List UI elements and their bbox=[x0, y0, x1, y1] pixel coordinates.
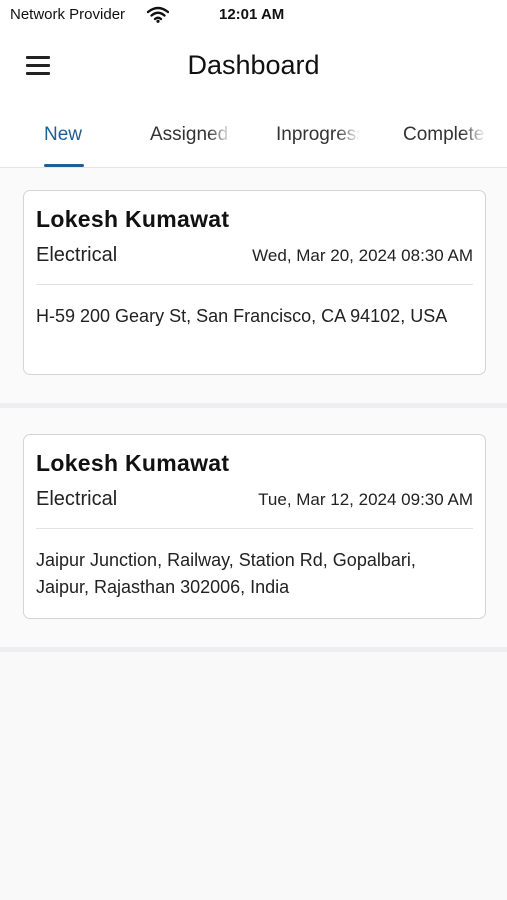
tab-new[interactable]: New bbox=[44, 124, 88, 146]
divider bbox=[36, 528, 473, 529]
screen: Network Provider 12:01 AM Dashboard New … bbox=[0, 0, 507, 900]
tab-completed[interactable]: Completed bbox=[403, 124, 486, 146]
job-datetime: Wed, Mar 20, 2024 08:30 AM bbox=[252, 246, 473, 265]
status-bar: Network Provider 12:01 AM bbox=[0, 0, 507, 30]
list-item: Lokesh Kumawat Electrical Wed, Mar 20, 2… bbox=[0, 168, 507, 408]
tab-inprogress[interactable]: Inprogress bbox=[276, 124, 360, 146]
job-list: Lokesh Kumawat Electrical Wed, Mar 20, 2… bbox=[0, 168, 507, 652]
job-datetime: Tue, Mar 12, 2024 09:30 AM bbox=[258, 490, 473, 509]
status-time: 12:01 AM bbox=[219, 6, 285, 23]
list-item: Lokesh Kumawat Electrical Tue, Mar 12, 2… bbox=[0, 408, 507, 652]
carrier-name: Network Provider bbox=[10, 6, 126, 23]
tab-assigned[interactable]: Assigned bbox=[150, 124, 232, 146]
page-title: Dashboard bbox=[187, 50, 320, 80]
wifi-icon bbox=[147, 6, 169, 23]
job-category: Electrical bbox=[36, 488, 118, 510]
job-card[interactable]: Lokesh Kumawat Electrical Tue, Mar 12, 2… bbox=[23, 434, 486, 619]
customer-name: Lokesh Kumawat bbox=[36, 206, 230, 232]
customer-name: Lokesh Kumawat bbox=[36, 450, 230, 476]
tab-bar: New Assigned Inprogress Completed bbox=[0, 104, 507, 168]
job-category: Electrical bbox=[36, 244, 118, 266]
job-address: H-59 200 Geary St, San Francisco, CA 941… bbox=[36, 306, 448, 326]
job-address: Jaipur Junction, Railway, Station Rd, Go… bbox=[36, 550, 416, 597]
active-tab-indicator bbox=[44, 164, 84, 167]
app-header: Dashboard bbox=[0, 30, 507, 104]
divider bbox=[36, 284, 473, 285]
job-card[interactable]: Lokesh Kumawat Electrical Wed, Mar 20, 2… bbox=[23, 190, 486, 375]
